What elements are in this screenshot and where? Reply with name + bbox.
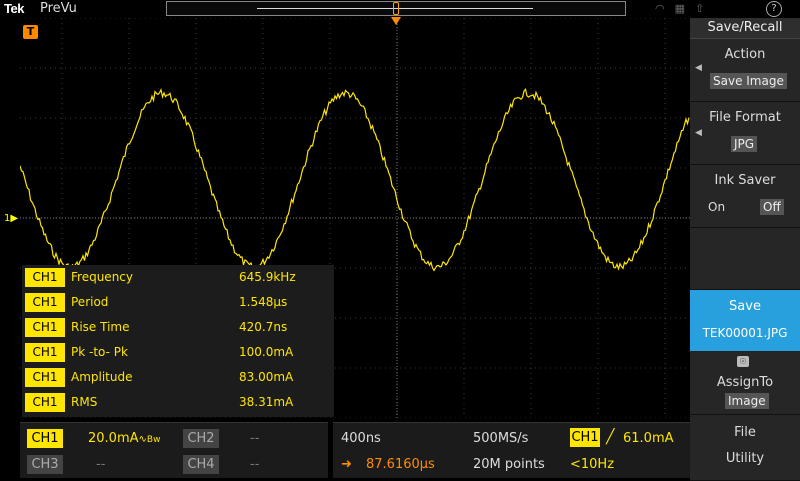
measurement-channel-badge: CH1 xyxy=(25,318,65,337)
trigger-frequency-value: <10Hz xyxy=(570,457,615,472)
top-bar: Tek PreVu ◠▦⇧ ? xyxy=(0,0,782,18)
ink-saver-label: Ink Saver xyxy=(714,173,776,188)
action-expand-arrow-icon: ◀ xyxy=(695,63,702,73)
channel-status-panel: CH1 20.0mA∿Bw CH2 -- CH3 -- CH4 -- xyxy=(20,422,328,478)
measurement-panel[interactable]: CH1 Frequency 645.9kHz CH1 Period 1.548µ… xyxy=(22,265,334,417)
save-label: Save xyxy=(729,299,761,314)
measurement-value: 1.548µs xyxy=(239,295,288,309)
measurement-name: RMS xyxy=(71,395,98,409)
ch1-waveform-trace xyxy=(20,87,690,273)
ch2-button[interactable]: CH2 xyxy=(183,429,219,448)
action-value: Save Image xyxy=(710,73,787,89)
horizontal-position-arrow-icon: ➜ xyxy=(341,457,352,472)
measurement-row[interactable]: CH1 Frequency 645.9kHz xyxy=(22,266,334,288)
measurement-name: Pk -to- Pk xyxy=(71,345,128,359)
measurement-channel-badge: CH1 xyxy=(25,393,65,412)
measurement-value: 100.0mA xyxy=(239,345,294,359)
save-filename: TEK00001.JPG xyxy=(702,326,788,340)
menu-title: Save/Recall xyxy=(690,18,800,39)
ch1-scale[interactable]: 20.0mA∿Bw xyxy=(88,429,160,450)
ch2-scale: -- xyxy=(250,431,260,446)
ch1-offset-marker[interactable]: 1▶ xyxy=(4,213,18,224)
save-button[interactable]: Save TEK00001.JPG xyxy=(690,290,800,351)
file-format-label: File Format xyxy=(709,110,781,125)
status-icons: ◠▦⇧ xyxy=(655,2,714,15)
measurement-value: 645.9kHz xyxy=(239,270,296,284)
ch1-scale-value: 20.0mA xyxy=(88,431,139,446)
measurement-row[interactable]: CH1 Period 1.548µs xyxy=(22,291,334,313)
trigger-time-marker[interactable]: T xyxy=(23,25,38,39)
export-icon: ⇧ xyxy=(695,2,715,15)
sample-rate-value: 500MS/s xyxy=(473,431,529,446)
trigger-level-value[interactable]: 61.0mA xyxy=(623,429,674,448)
help-icon[interactable]: ? xyxy=(766,1,782,17)
assign-to-menu-item[interactable]: ☉ AssignTo Image xyxy=(690,352,800,415)
wifi-icon: ◠ xyxy=(655,2,675,15)
network-icon: ▦ xyxy=(674,2,696,15)
file-utility-label-line2: Utility xyxy=(725,451,765,466)
ink-saver-menu-item[interactable]: Ink Saver On Off xyxy=(690,165,800,228)
ch3-button[interactable]: CH3 xyxy=(27,455,63,474)
horizontal-trigger-panel[interactable]: 400ns 500MS/s CH1 ╱ 61.0mA ➜ 87.6160µs 2… xyxy=(333,422,690,478)
measurement-value: 38.31mA xyxy=(239,395,294,409)
measurement-channel-badge: CH1 xyxy=(25,293,65,312)
assign-button-icon: ☉ xyxy=(737,356,749,367)
horizontal-position-value[interactable]: 87.6160µs xyxy=(366,455,435,474)
acquisition-mode: PreVu xyxy=(40,1,77,16)
ch1-button[interactable]: CH1 xyxy=(27,429,63,448)
measurement-name: Amplitude xyxy=(71,370,133,384)
file-format-expand-arrow-icon: ◀ xyxy=(695,128,702,138)
assign-to-value: Image xyxy=(725,393,769,409)
file-format-menu-item[interactable]: File Format JPG xyxy=(690,102,800,165)
file-format-value: JPG xyxy=(731,136,758,152)
record-overview[interactable] xyxy=(166,1,626,16)
empty-menu-slot xyxy=(690,228,800,290)
measurement-value: 83.00mA xyxy=(239,370,294,384)
ch1-bandwidth-limit: Bw xyxy=(146,435,161,445)
trigger-position-marker[interactable] xyxy=(391,17,401,27)
measurement-row[interactable]: CH1 RMS 38.31mA xyxy=(22,391,334,413)
trigger-slope-icon: ╱ xyxy=(606,429,615,445)
assign-to-label: AssignTo xyxy=(716,375,774,390)
ch4-scale: -- xyxy=(250,457,260,472)
tek-logo: Tek xyxy=(4,1,24,16)
ink-saver-on-option[interactable]: On xyxy=(708,200,725,214)
measurement-value: 420.7ns xyxy=(239,320,288,334)
ch4-button[interactable]: CH4 xyxy=(183,455,219,474)
measurement-channel-badge: CH1 xyxy=(25,343,65,362)
ch1-offset-arrow-icon: ▶ xyxy=(10,213,19,224)
measurement-channel-badge: CH1 xyxy=(25,368,65,387)
measurement-row[interactable]: CH1 Amplitude 83.00mA xyxy=(22,366,334,388)
measurement-name: Rise Time xyxy=(71,320,130,334)
action-menu-item[interactable]: Action Save Image xyxy=(690,39,800,102)
measurement-row[interactable]: CH1 Pk -to- Pk 100.0mA xyxy=(22,341,334,363)
measurement-row[interactable]: CH1 Rise Time 420.7ns xyxy=(22,316,334,338)
ch3-scale: -- xyxy=(96,457,106,472)
record-view-window[interactable] xyxy=(393,2,399,15)
trigger-source-badge[interactable]: CH1 xyxy=(570,428,600,447)
action-label: Action xyxy=(724,47,766,62)
timebase-value[interactable]: 400ns xyxy=(341,429,381,448)
file-utility-button[interactable]: File Utility xyxy=(690,415,800,481)
file-utility-label-line1: File xyxy=(734,425,756,440)
measurement-name: Frequency xyxy=(71,270,133,284)
ink-saver-off-option[interactable]: Off xyxy=(760,199,784,215)
measurement-channel-badge: CH1 xyxy=(25,268,65,287)
record-length-value: 20M points xyxy=(473,457,545,472)
ch1-coupling-icon: ∿ xyxy=(138,434,147,445)
measurement-name: Period xyxy=(71,295,109,309)
